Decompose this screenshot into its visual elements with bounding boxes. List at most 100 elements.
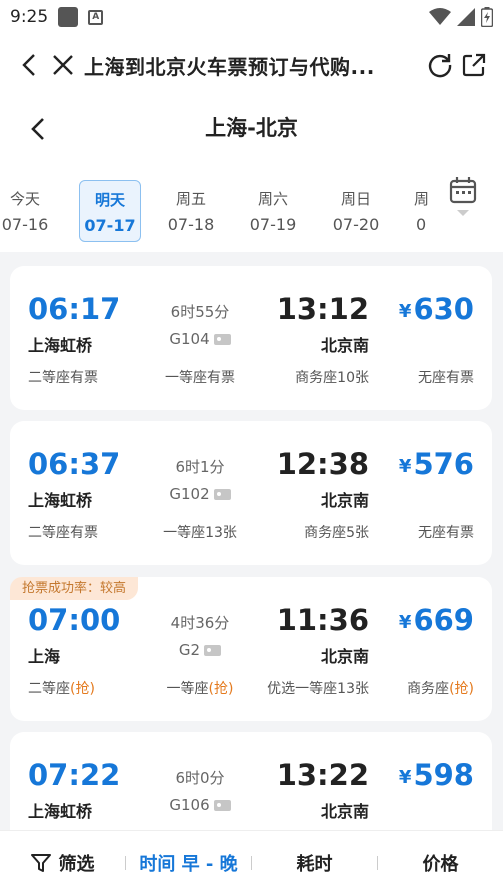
currency-symbol: ¥ — [398, 767, 412, 788]
train-card[interactable]: 06:17 上海虹桥 6时55分 G104 13:12 北京南 ¥630 二等座… — [10, 266, 492, 410]
departure-station: 上海虹桥 — [28, 336, 93, 355]
seat-status: 有票 — [446, 370, 474, 386]
seat-class: 二等座 — [28, 681, 70, 697]
price-value: 598 — [413, 758, 474, 792]
train-number-row: G2 — [150, 641, 250, 659]
browser-close-button[interactable] — [46, 48, 80, 82]
arrival-station: 北京南 — [320, 336, 369, 355]
seat-availability: 二等座有票 — [28, 367, 98, 387]
seat-status: 有票 — [446, 525, 474, 541]
trip-duration: 6时1分 — [175, 458, 225, 476]
seat-class: 商务座 — [295, 370, 338, 386]
seat-status: 10张 — [337, 370, 369, 386]
seat-status: 有票 — [70, 370, 98, 386]
seat-availability: 一等座有票 — [150, 367, 250, 387]
back-arrow-icon — [22, 54, 35, 76]
currency-symbol: ¥ — [398, 612, 412, 633]
wifi-icon — [429, 8, 451, 25]
sort-by-price-button[interactable]: 价格 — [378, 850, 503, 876]
share-button[interactable] — [457, 48, 491, 82]
trip-duration: 6时55分 — [170, 303, 230, 321]
success-rate-badge: 抢票成功率：较高 — [10, 577, 139, 600]
seat-availability: 优选一等座13张 — [267, 678, 369, 698]
date-weekday: 周五 — [175, 190, 206, 208]
date-tab[interactable]: 周日 07-20 — [325, 180, 387, 242]
train-number: G2 — [178, 641, 201, 659]
price-value: 630 — [413, 292, 474, 326]
currency-symbol: ¥ — [398, 456, 412, 477]
seat-status: 13张 — [205, 525, 237, 541]
browser-page-title: 上海到北京火车票预订与代购... — [84, 54, 375, 79]
share-external-icon — [462, 53, 486, 77]
app-notification-icon — [58, 7, 79, 27]
filter-funnel-icon — [30, 853, 51, 872]
date-tab[interactable]: 周 0 — [400, 180, 438, 242]
seat-status: 5张 — [346, 525, 369, 541]
seat-status: 有票 — [207, 370, 235, 386]
id-card-icon — [213, 799, 231, 811]
seat-availability: 商务座(抢) — [407, 678, 474, 698]
train-number-row: G106 — [150, 796, 250, 814]
filter-label: 筛选 — [58, 853, 95, 875]
seat-availability: 一等座13张 — [150, 522, 250, 542]
seat-status: (抢) — [70, 681, 95, 697]
seat-status: 13张 — [337, 681, 369, 697]
sort-by-time-button[interactable]: 时间 早 - 晚 — [126, 850, 251, 876]
train-number: G104 — [169, 330, 210, 348]
sort-filter-bar: 筛选 时间 早 - 晚 耗时 价格 — [0, 830, 503, 894]
date-day: 07-16 — [1, 215, 49, 234]
arrival-time: 11:36 — [276, 603, 369, 637]
seat-status: 有票 — [70, 525, 98, 541]
seat-class: 二等座 — [28, 370, 70, 386]
id-card-icon — [213, 488, 231, 500]
browser-bar: 上海到北京火车票预订与代购... — [0, 36, 503, 94]
train-number: G102 — [169, 485, 210, 503]
calendar-icon — [449, 177, 477, 216]
date-weekday: 今天 — [9, 190, 40, 208]
ticket-price: ¥630 — [399, 292, 474, 326]
seat-class: 二等座 — [28, 525, 70, 541]
seat-class: 一等座 — [163, 525, 206, 541]
arrival-time: 13:12 — [276, 292, 369, 326]
refresh-button[interactable] — [423, 48, 457, 82]
status-bar: 9:25 A — [0, 0, 503, 34]
seat-availability: 二等座有票 — [28, 522, 98, 542]
seat-availability: 无座有票 — [418, 367, 474, 387]
arrival-station: 北京南 — [320, 647, 369, 666]
seat-class: 无座 — [418, 525, 446, 541]
seat-class: 一等座 — [166, 681, 209, 697]
seat-availability: 商务座10张 — [295, 367, 369, 387]
seat-status: (抢) — [208, 681, 234, 697]
date-day: 0 — [416, 215, 427, 234]
train-card[interactable]: 07:22 上海虹桥 6时0分 G106 13:22 北京南 ¥598 — [10, 732, 492, 830]
filter-button[interactable]: 筛选 — [0, 850, 125, 876]
trip-duration: 6时0分 — [175, 769, 225, 787]
price-value: 576 — [413, 447, 474, 481]
sort-by-duration-button[interactable]: 耗时 — [252, 850, 377, 876]
departure-station: 上海虹桥 — [28, 491, 93, 510]
date-tab-selected[interactable]: 明天 07-17 — [79, 180, 141, 242]
departure-time: 07:00 — [28, 603, 121, 637]
departure-station: 上海虹桥 — [28, 802, 93, 821]
page-content[interactable]: 上海-北京 今天 07-16 明天 07-17 周五 07-18 周六 07-1… — [0, 96, 503, 830]
date-tab[interactable]: 周五 07-18 — [160, 180, 222, 242]
date-day: 07-17 — [84, 216, 136, 235]
arrival-time: 12:38 — [276, 447, 369, 481]
departure-time: 06:37 — [28, 447, 121, 481]
date-day: 07-19 — [249, 215, 297, 234]
train-card[interactable]: 06:37 上海虹桥 6时1分 G102 12:38 北京南 ¥576 二等座有… — [10, 421, 492, 565]
seat-availability: 商务座5张 — [304, 522, 369, 542]
date-tab[interactable]: 周六 07-19 — [242, 180, 304, 242]
train-card[interactable]: 抢票成功率：较高 07:00 上海 4时36分 G2 11:36 北京南 ¥66… — [10, 577, 492, 721]
departure-time: 06:17 — [28, 292, 121, 326]
seat-class: 商务座 — [407, 681, 450, 697]
page-header: 上海-北京 — [0, 96, 503, 162]
arrival-station: 北京南 — [320, 491, 369, 510]
browser-back-button[interactable] — [12, 48, 46, 82]
arrival-station: 北京南 — [320, 802, 369, 821]
date-day: 07-18 — [167, 215, 215, 234]
date-weekday: 周 — [414, 190, 430, 208]
calendar-button[interactable] — [448, 176, 478, 222]
date-tab[interactable]: 今天 07-16 — [0, 180, 56, 242]
close-icon — [53, 55, 73, 75]
